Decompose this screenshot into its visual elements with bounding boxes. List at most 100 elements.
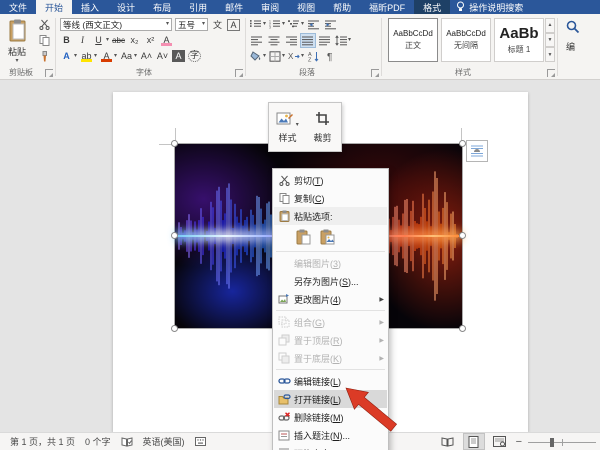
clear-formatting-icon[interactable]: A [160,34,173,46]
underline-icon[interactable]: U [92,34,105,46]
zoom-slider-thumb[interactable] [550,438,554,447]
styles-scroll-up-icon[interactable]: ▲ [545,18,555,33]
bold-icon[interactable]: B [60,34,73,46]
menu-item-change-picture[interactable]: 更改图片(4)▶ [274,290,387,308]
style-card-无间隔[interactable]: AaBbCcDd无间隔 [441,18,491,62]
word-count[interactable]: 0 个字 [85,435,111,448]
styles-gallery-scroll[interactable]: ▲ ▼ ▼ [545,18,555,62]
tab-design[interactable]: 设计 [108,0,144,14]
strikethrough-icon[interactable]: abc [112,34,125,46]
subscript-icon[interactable]: x₂ [128,34,141,46]
phonetic-guide-icon[interactable]: 文 [211,19,224,31]
shading-button[interactable]: ▾ [250,50,266,63]
menu-item-cut[interactable]: 剪切(T) [274,171,387,189]
tab-view[interactable]: 视图 [288,0,324,14]
menu-item-copy[interactable]: 复制(C) [274,189,387,207]
menu-item-save-as-picture[interactable]: 另存为图片(S)... [274,272,387,290]
find-icon[interactable] [566,20,580,36]
zoom-out-button[interactable]: − [516,438,522,446]
read-mode-button[interactable] [438,434,458,449]
change-case-icon[interactable]: Aa [120,50,133,62]
align-center-button[interactable] [267,34,281,47]
borders-button[interactable]: ▾ [269,50,285,63]
tab-home[interactable]: 开始 [36,0,72,14]
text-effects-icon[interactable]: A [60,50,73,62]
decrease-indent-button[interactable] [307,18,321,31]
tab-references[interactable]: 引用 [180,0,216,14]
shrink-font-icon[interactable]: A˅ [156,50,169,62]
underline-icon-caret[interactable]: ▾ [106,38,109,43]
justify-button[interactable] [301,34,315,47]
font-dialog-launcher[interactable] [235,69,243,77]
superscript-icon[interactable]: x² [144,34,157,46]
tab-foxit-pdf[interactable]: 福昕PDF [360,0,414,14]
tab-layout[interactable]: 布局 [144,0,180,14]
paste-as-picture-button[interactable] [318,228,337,247]
grow-font-icon[interactable]: A˄ [140,50,153,62]
multilevel-list-button[interactable]: ▾ [288,18,304,31]
styles-scroll-down-icon[interactable]: ▼ [545,33,555,48]
tell-me-search[interactable]: 操作说明搜索 [450,0,529,14]
menu-item-paste-options[interactable]: 粘贴选项: [274,207,387,225]
tab-file[interactable]: 文件 [0,0,36,14]
distribute-button[interactable] [318,34,332,47]
align-left-button[interactable] [250,34,264,47]
show-marks-button[interactable]: ¶ [324,50,338,63]
resize-handle-mid-left[interactable] [171,232,178,239]
resize-handle-top-left[interactable] [171,140,178,147]
highlight-icon-caret[interactable]: ▾ [94,54,97,59]
char-shading-icon[interactable]: A [172,50,185,62]
font-color-icon[interactable]: A [100,50,113,62]
resize-handle-top-right[interactable] [459,140,466,147]
print-layout-button[interactable] [464,434,484,449]
clipboard-dialog-launcher[interactable] [45,69,53,77]
tab-review[interactable]: 审阅 [252,0,288,14]
language-indicator[interactable]: 英语(美国) [143,435,185,448]
tab-mailings[interactable]: 邮件 [216,0,252,14]
paste-dropdown-caret[interactable]: ▾ [15,59,18,64]
cut-button[interactable] [36,18,52,31]
resize-handle-bottom-right[interactable] [459,325,466,332]
styles-gallery-more-icon[interactable]: ▼ [545,47,555,62]
enclose-char-icon[interactable]: 字 [188,50,201,62]
font-name-combo[interactable]: 等线 (西文正文)▾ [60,18,172,31]
resize-handle-bottom-left[interactable] [171,325,178,332]
sort-button[interactable]: AZ [307,50,321,63]
paste-button[interactable]: 粘贴 ▾ [3,17,31,63]
paragraph-dialog-launcher[interactable] [371,69,379,77]
zoom-slider[interactable] [528,436,596,448]
page-indicator[interactable]: 第 1 页，共 1 页 [10,435,75,448]
style-card-标题 1[interactable]: AaBb标题 1 [494,18,544,62]
highlight-icon[interactable]: ab [80,50,93,62]
number-list-button[interactable]: 123▾ [269,18,285,31]
styles-dialog-launcher[interactable] [547,69,555,77]
bullet-list-button[interactable]: ▾ [250,18,266,31]
font-color-icon-caret[interactable]: ▾ [114,54,117,59]
style-card-正文[interactable]: AaBbCcDd正文 [388,18,438,62]
text-effects-icon-caret[interactable]: ▾ [74,54,77,59]
increase-indent-button[interactable] [324,18,338,31]
send-back-icon [274,352,294,364]
font-size-combo[interactable]: 五号▾ [175,18,208,31]
tab-help[interactable]: 帮助 [324,0,360,14]
paste-keep-formatting-button[interactable] [294,228,313,247]
align-right-button[interactable] [284,34,298,47]
input-mode-icon[interactable] [195,437,206,446]
mini-toolbar-crop-button[interactable]: 裁剪 [307,106,338,148]
line-spacing-button[interactable]: ▾ [335,34,351,47]
web-layout-button[interactable] [490,434,510,449]
proofing-icon[interactable] [121,437,133,447]
mini-toolbar-picture-styles-button[interactable]: ▾样式 [272,106,303,148]
format-painter-button[interactable] [36,50,52,63]
asian-layout-button[interactable]: X▾ [288,50,304,63]
tab-format[interactable]: 格式 [414,0,450,14]
font-group-label: 字体 [56,67,232,78]
char-border-icon[interactable]: A [227,19,240,31]
tab-insert[interactable]: 插入 [72,0,108,14]
change-case-icon-caret[interactable]: ▾ [134,54,137,59]
italic-icon[interactable]: I [76,34,89,46]
copy-button[interactable] [36,34,52,47]
layout-options-button[interactable] [466,140,488,162]
resize-handle-mid-right[interactable] [459,232,466,239]
submenu-arrow-icon: ▶ [379,319,384,326]
